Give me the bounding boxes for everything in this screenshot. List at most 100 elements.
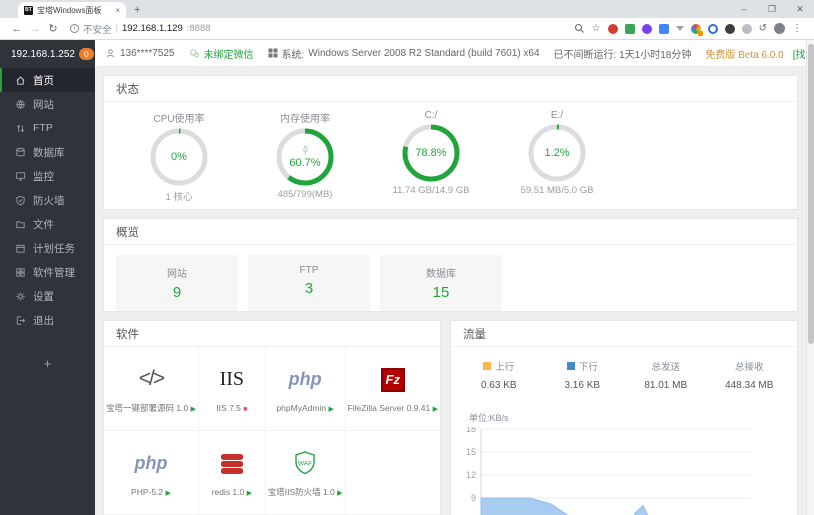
sidebar-item-database[interactable]: 数据库: [0, 140, 95, 164]
card-label: 网站: [167, 269, 187, 280]
extension-dropdown-icon[interactable]: [675, 26, 684, 31]
stat-label: 总发送: [651, 362, 680, 373]
svg-text:WAF: WAF: [298, 460, 312, 467]
gauge-label: E:/: [550, 110, 564, 121]
memory-gauge[interactable]: 内存使用率 60.7% 485/799(MB): [242, 107, 368, 203]
sidebar-item-ftp[interactable]: FTP: [0, 116, 95, 140]
sidebar-item-monitor[interactable]: 监控: [0, 164, 95, 188]
software-name[interactable]: FileZilla Server 0.9.41: [348, 403, 431, 413]
software-panel: 软件 </> 宝塔一键部署源码 1.0 ▶ IIS IIS 7.5 ■ php …: [103, 320, 441, 515]
software-tile-deploy[interactable]: </> 宝塔一键部署源码 1.0 ▶: [104, 347, 199, 431]
bt-favicon-icon: BT: [24, 5, 33, 15]
dark-extension-icon[interactable]: [724, 23, 735, 34]
sidebar-add-button[interactable]: +: [0, 350, 95, 376]
history-icon[interactable]: ↺: [759, 23, 767, 34]
software-tile-waf[interactable]: WAF 宝塔IIS防火墙 1.0 ▶: [265, 431, 346, 515]
upstream-swatch-icon: [483, 362, 492, 370]
url-port: :8888: [186, 23, 211, 34]
minimize-button[interactable]: –: [730, 4, 758, 14]
chart-unit-label: 单位:KB/s: [469, 413, 509, 423]
sidebar-item-logout[interactable]: 退出: [0, 308, 95, 332]
address-field[interactable]: i 不安全 | 192.168.1.129:8888: [70, 22, 211, 36]
software-name[interactable]: phpMyAdmin: [276, 403, 326, 413]
sidebar-item-label: 文件: [33, 218, 54, 231]
wechat-bind-link[interactable]: 未绑定微信: [189, 46, 254, 61]
share-extension-icon[interactable]: [741, 23, 752, 34]
software-tile-phpmyadmin[interactable]: php phpMyAdmin ▶: [265, 347, 346, 431]
new-tab-button[interactable]: +: [134, 4, 140, 18]
message-count-badge[interactable]: 0: [78, 48, 94, 60]
software-tile-filezilla[interactable]: Fz FileZilla Server 0.9.41 ▶: [345, 347, 440, 431]
sidebar-item-settings[interactable]: 设置: [0, 284, 95, 308]
uptime-value: 已不间断运行: 1天1小时18分钟: [553, 49, 692, 61]
redis-icon: [220, 453, 243, 474]
profile-avatar[interactable]: [774, 23, 785, 34]
software-panel-title: 软件: [104, 321, 440, 347]
software-name[interactable]: PHP-5.2: [131, 487, 163, 497]
ftp-count-card[interactable]: FTP 3: [248, 255, 370, 311]
close-button[interactable]: ✕: [786, 4, 814, 15]
sidebar-item-label: 设置: [33, 290, 54, 303]
browser-titlebar: BT 宝塔Windows面板 × + – ❐ ✕: [0, 0, 814, 18]
waf-shield-icon: WAF: [295, 450, 315, 474]
tab-close-icon[interactable]: ×: [115, 6, 120, 15]
purple-extension-icon[interactable]: [641, 23, 652, 34]
sites-count-card[interactable]: 网站 9: [116, 255, 238, 311]
system-label: 系统:: [281, 49, 305, 61]
stat-label: 上行: [495, 362, 515, 373]
stat-value: 0.63 KB: [480, 380, 517, 391]
account-info[interactable]: 136****7525: [105, 48, 175, 59]
gauge-value: 60.7%: [289, 157, 321, 169]
blue-extension-icon[interactable]: [658, 23, 669, 34]
overview-panel-title: 概览: [104, 219, 797, 245]
colorful-extension-icon[interactable]: [690, 23, 703, 36]
software-name[interactable]: redis 1.0: [212, 487, 245, 497]
page-scrollbar[interactable]: [806, 40, 814, 515]
globe-icon: [16, 99, 25, 109]
sidebar-item-firewall[interactable]: 防火墙: [0, 188, 95, 212]
software-name[interactable]: IIS 7.5: [216, 403, 241, 413]
not-secure-icon: i: [70, 24, 79, 33]
green-extension-icon[interactable]: [624, 23, 635, 34]
software-tile-php52[interactable]: php PHP-5.2 ▶: [104, 431, 199, 515]
forward-button[interactable]: →: [26, 23, 44, 35]
database-icon: [16, 147, 25, 156]
tab-title: 宝塔Windows面板: [37, 5, 102, 15]
gauge-subtext: 11.74 GB/14.9 GB: [392, 185, 470, 196]
browser-tab[interactable]: BT 宝塔Windows面板 ×: [18, 2, 126, 18]
browser-menu-icon[interactable]: ⋮: [792, 23, 802, 34]
blue-ring-extension-icon[interactable]: [707, 23, 718, 34]
adblock-extension-icon[interactable]: [607, 23, 618, 34]
sidebar-item-cron[interactable]: 计划任务: [0, 236, 95, 260]
maximize-button[interactable]: ❐: [758, 4, 786, 15]
sidebar-item-label: 计划任务: [33, 242, 75, 255]
sidebar-item-software[interactable]: 软件管理: [0, 260, 95, 284]
upstream-stat: 上行 0.63 KB: [457, 359, 541, 391]
server-header[interactable]: 192.168.1.252 0: [0, 40, 95, 68]
sidebar-item-files[interactable]: 文件: [0, 212, 95, 236]
zoom-icon[interactable]: [574, 23, 585, 34]
bottom-row: 软件 </> 宝塔一键部署源码 1.0 ▶ IIS IIS 7.5 ■ php …: [103, 320, 798, 515]
sidebar-item-home[interactable]: 首页: [0, 68, 95, 92]
gauges-row: CPU使用率 0% 1 核心 内存使用率 60.7% 485/799(MB) C…: [104, 102, 797, 203]
reload-button[interactable]: ↻: [44, 22, 62, 35]
database-count-card[interactable]: 数据库 15: [380, 255, 502, 311]
system-value: Windows Server 2008 R2 Standard (build 7…: [308, 47, 540, 59]
software-name[interactable]: 宝塔一键部署源码 1.0: [106, 403, 188, 413]
bookmark-star-icon[interactable]: ☆: [592, 23, 601, 34]
card-value: 3: [304, 280, 314, 297]
account-number: 136****7525: [120, 47, 175, 59]
software-tile-redis[interactable]: redis 1.0 ▶: [198, 431, 266, 515]
software-tile-iis[interactable]: IIS IIS 7.5 ■: [198, 347, 266, 431]
sidebar: 192.168.1.252 0 首页 网站 FTP 数据库 监控 防火墙 文件 …: [0, 40, 95, 515]
release-memory-rocket-icon[interactable]: [300, 145, 311, 156]
version-label: 免费版 Beta 6.0.0: [705, 49, 784, 61]
memory-ring: 60.7%: [275, 127, 335, 187]
server-ip: 192.168.1.252: [11, 48, 75, 60]
sidebar-item-sites[interactable]: 网站: [0, 92, 95, 116]
back-button[interactable]: ←: [8, 23, 26, 35]
software-name[interactable]: 宝塔IIS防火墙 1.0: [268, 487, 335, 497]
disk-c-ring: 78.8%: [401, 123, 461, 183]
scrollbar-thumb[interactable]: [808, 44, 814, 344]
sidebar-item-label: 数据库: [33, 146, 65, 159]
